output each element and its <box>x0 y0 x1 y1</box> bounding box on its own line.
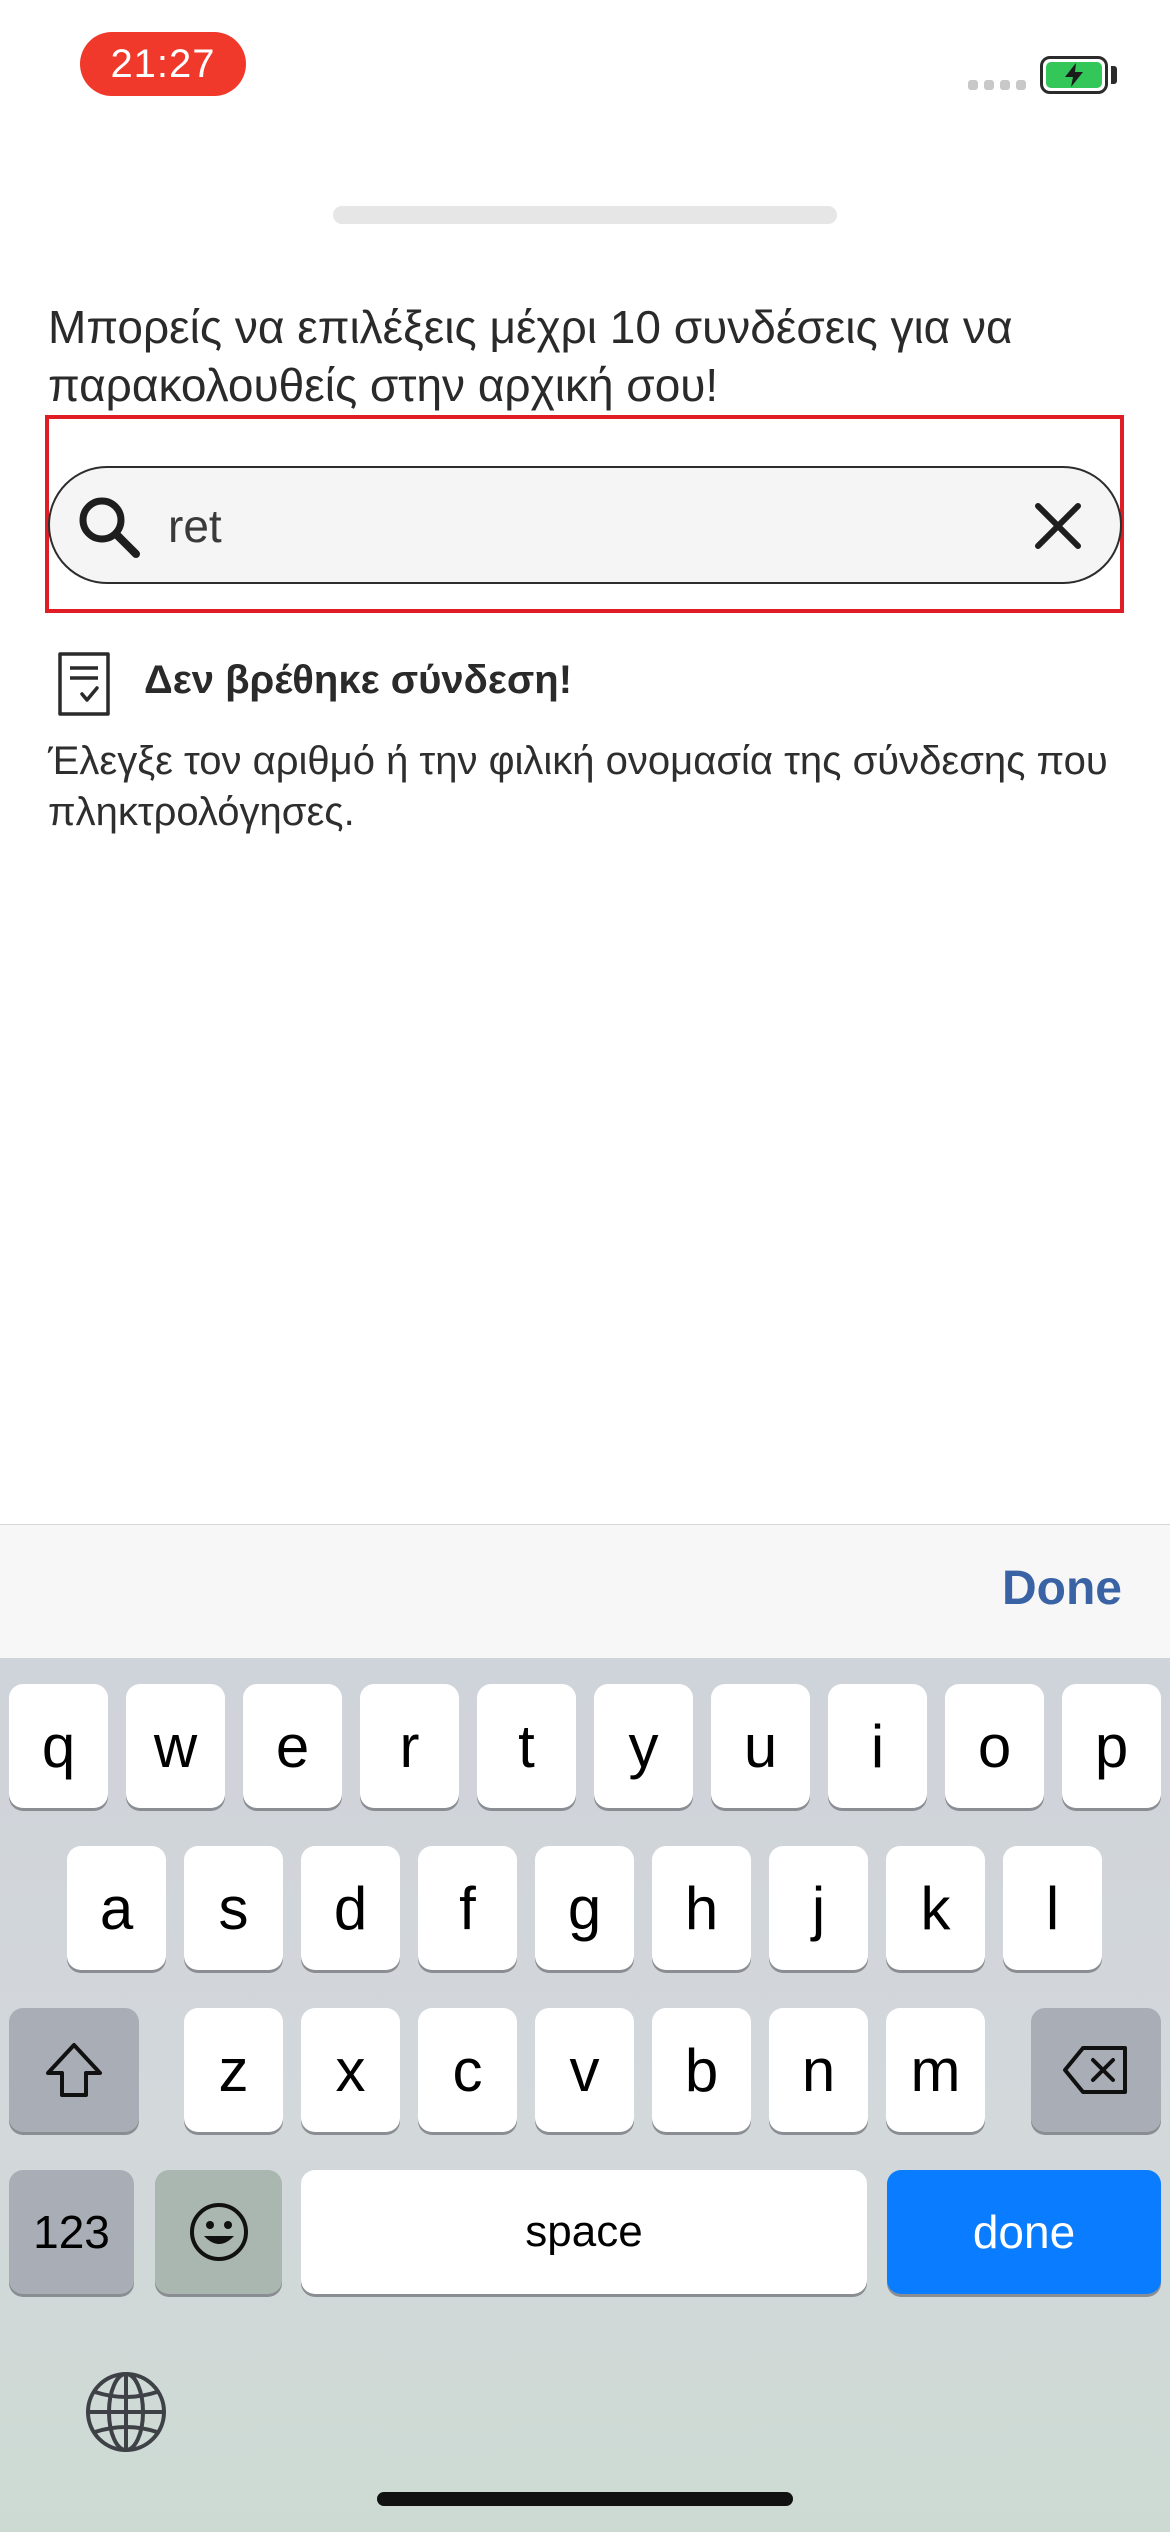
signal-indicator <box>968 80 1026 90</box>
document-check-icon <box>58 652 110 716</box>
keyboard: q w e r t y u i o p a s d f g h j k l z … <box>0 1658 1170 2532</box>
no-result-title: Δεν βρέθηκε σύνδεση! <box>144 658 573 702</box>
key-r[interactable]: r <box>360 1684 459 1808</box>
shift-icon <box>46 2043 102 2097</box>
charging-bolt-icon <box>1065 63 1083 87</box>
key-p[interactable]: p <box>1062 1684 1161 1808</box>
done-key[interactable]: done <box>887 2170 1161 2294</box>
keyboard-accessory-bar: Done <box>0 1524 1170 1658</box>
search-icon <box>79 497 140 558</box>
key-f[interactable]: f <box>418 1846 517 1970</box>
key-b[interactable]: b <box>652 2008 751 2132</box>
emoji-key[interactable] <box>155 2170 282 2294</box>
emoji-icon <box>189 2203 248 2261</box>
key-d[interactable]: d <box>301 1846 400 1970</box>
globe-icon[interactable] <box>84 2370 168 2454</box>
key-u[interactable]: u <box>711 1684 810 1808</box>
key-k[interactable]: k <box>886 1846 985 1970</box>
status-time: 21:27 <box>80 32 246 96</box>
home-indicator[interactable] <box>377 2492 793 2506</box>
key-y[interactable]: y <box>594 1684 693 1808</box>
key-c[interactable]: c <box>418 2008 517 2132</box>
no-result-description: Έλεγξε τον αριθμό ή την φιλική ονομασία … <box>48 739 1108 834</box>
key-w[interactable]: w <box>126 1684 225 1808</box>
search-input[interactable] <box>168 488 1008 564</box>
key-s[interactable]: s <box>184 1846 283 1970</box>
intro-text: Μπορείς να επιλέξεις μέχρι 10 συνδέσεις … <box>48 301 1013 411</box>
key-a[interactable]: a <box>67 1846 166 1970</box>
key-j[interactable]: j <box>769 1846 868 1970</box>
accessory-done-button[interactable]: Done <box>1002 1561 1122 1616</box>
space-key[interactable]: space <box>301 2170 867 2294</box>
key-m[interactable]: m <box>886 2008 985 2132</box>
numbers-key[interactable]: 123 <box>9 2170 134 2294</box>
key-h[interactable]: h <box>652 1846 751 1970</box>
close-icon[interactable] <box>1026 494 1090 558</box>
sheet-grabber[interactable] <box>333 206 837 224</box>
key-i[interactable]: i <box>828 1684 927 1808</box>
key-g[interactable]: g <box>535 1846 634 1970</box>
key-l[interactable]: l <box>1003 1846 1102 1970</box>
key-z[interactable]: z <box>184 2008 283 2132</box>
key-t[interactable]: t <box>477 1684 576 1808</box>
key-o[interactable]: o <box>945 1684 1044 1808</box>
key-q[interactable]: q <box>9 1684 108 1808</box>
shift-key[interactable] <box>9 2008 139 2132</box>
backspace-icon <box>1063 2046 1127 2094</box>
key-x[interactable]: x <box>301 2008 400 2132</box>
key-v[interactable]: v <box>535 2008 634 2132</box>
key-n[interactable]: n <box>769 2008 868 2132</box>
battery-icon <box>1040 56 1108 94</box>
battery-cap <box>1111 66 1117 84</box>
backspace-key[interactable] <box>1031 2008 1161 2132</box>
key-e[interactable]: e <box>243 1684 342 1808</box>
search-bar[interactable] <box>48 466 1122 584</box>
